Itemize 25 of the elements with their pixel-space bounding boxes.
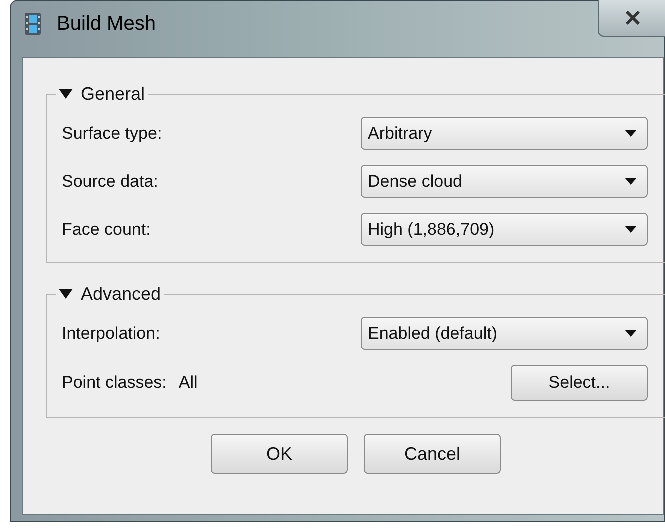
film-icon (25, 13, 41, 35)
dropdown-arrow-icon (625, 330, 637, 337)
window-title: Build Mesh (57, 12, 156, 37)
ok-button[interactable]: OK (211, 434, 348, 474)
field-label: Point classes: (62, 372, 167, 394)
field-label: Interpolation: (62, 322, 160, 345)
collapse-icon[interactable] (59, 89, 73, 99)
field-label: Face count: (62, 218, 151, 241)
dropdown[interactable]: Dense cloud (361, 165, 648, 198)
field-label: Source data: (62, 170, 158, 193)
field-value: All (178, 372, 198, 394)
close-icon (625, 11, 641, 25)
dropdown-arrow-icon (625, 130, 637, 137)
dropdown[interactable]: Enabled (default) (361, 317, 648, 350)
collapse-icon[interactable] (59, 289, 73, 299)
field-label: Surface type: (62, 122, 162, 145)
dropdown[interactable]: Arbitrary (361, 117, 648, 150)
close-button[interactable] (598, 0, 665, 37)
group-title: General (81, 82, 146, 106)
select-button[interactable]: Select... (511, 365, 648, 401)
cancel-button[interactable]: Cancel (364, 434, 501, 474)
group-title: Advanced (81, 282, 162, 306)
dropdown[interactable]: High (1,886,709) (361, 213, 648, 246)
dropdown-arrow-icon (625, 178, 637, 185)
dropdown-arrow-icon (625, 226, 637, 233)
